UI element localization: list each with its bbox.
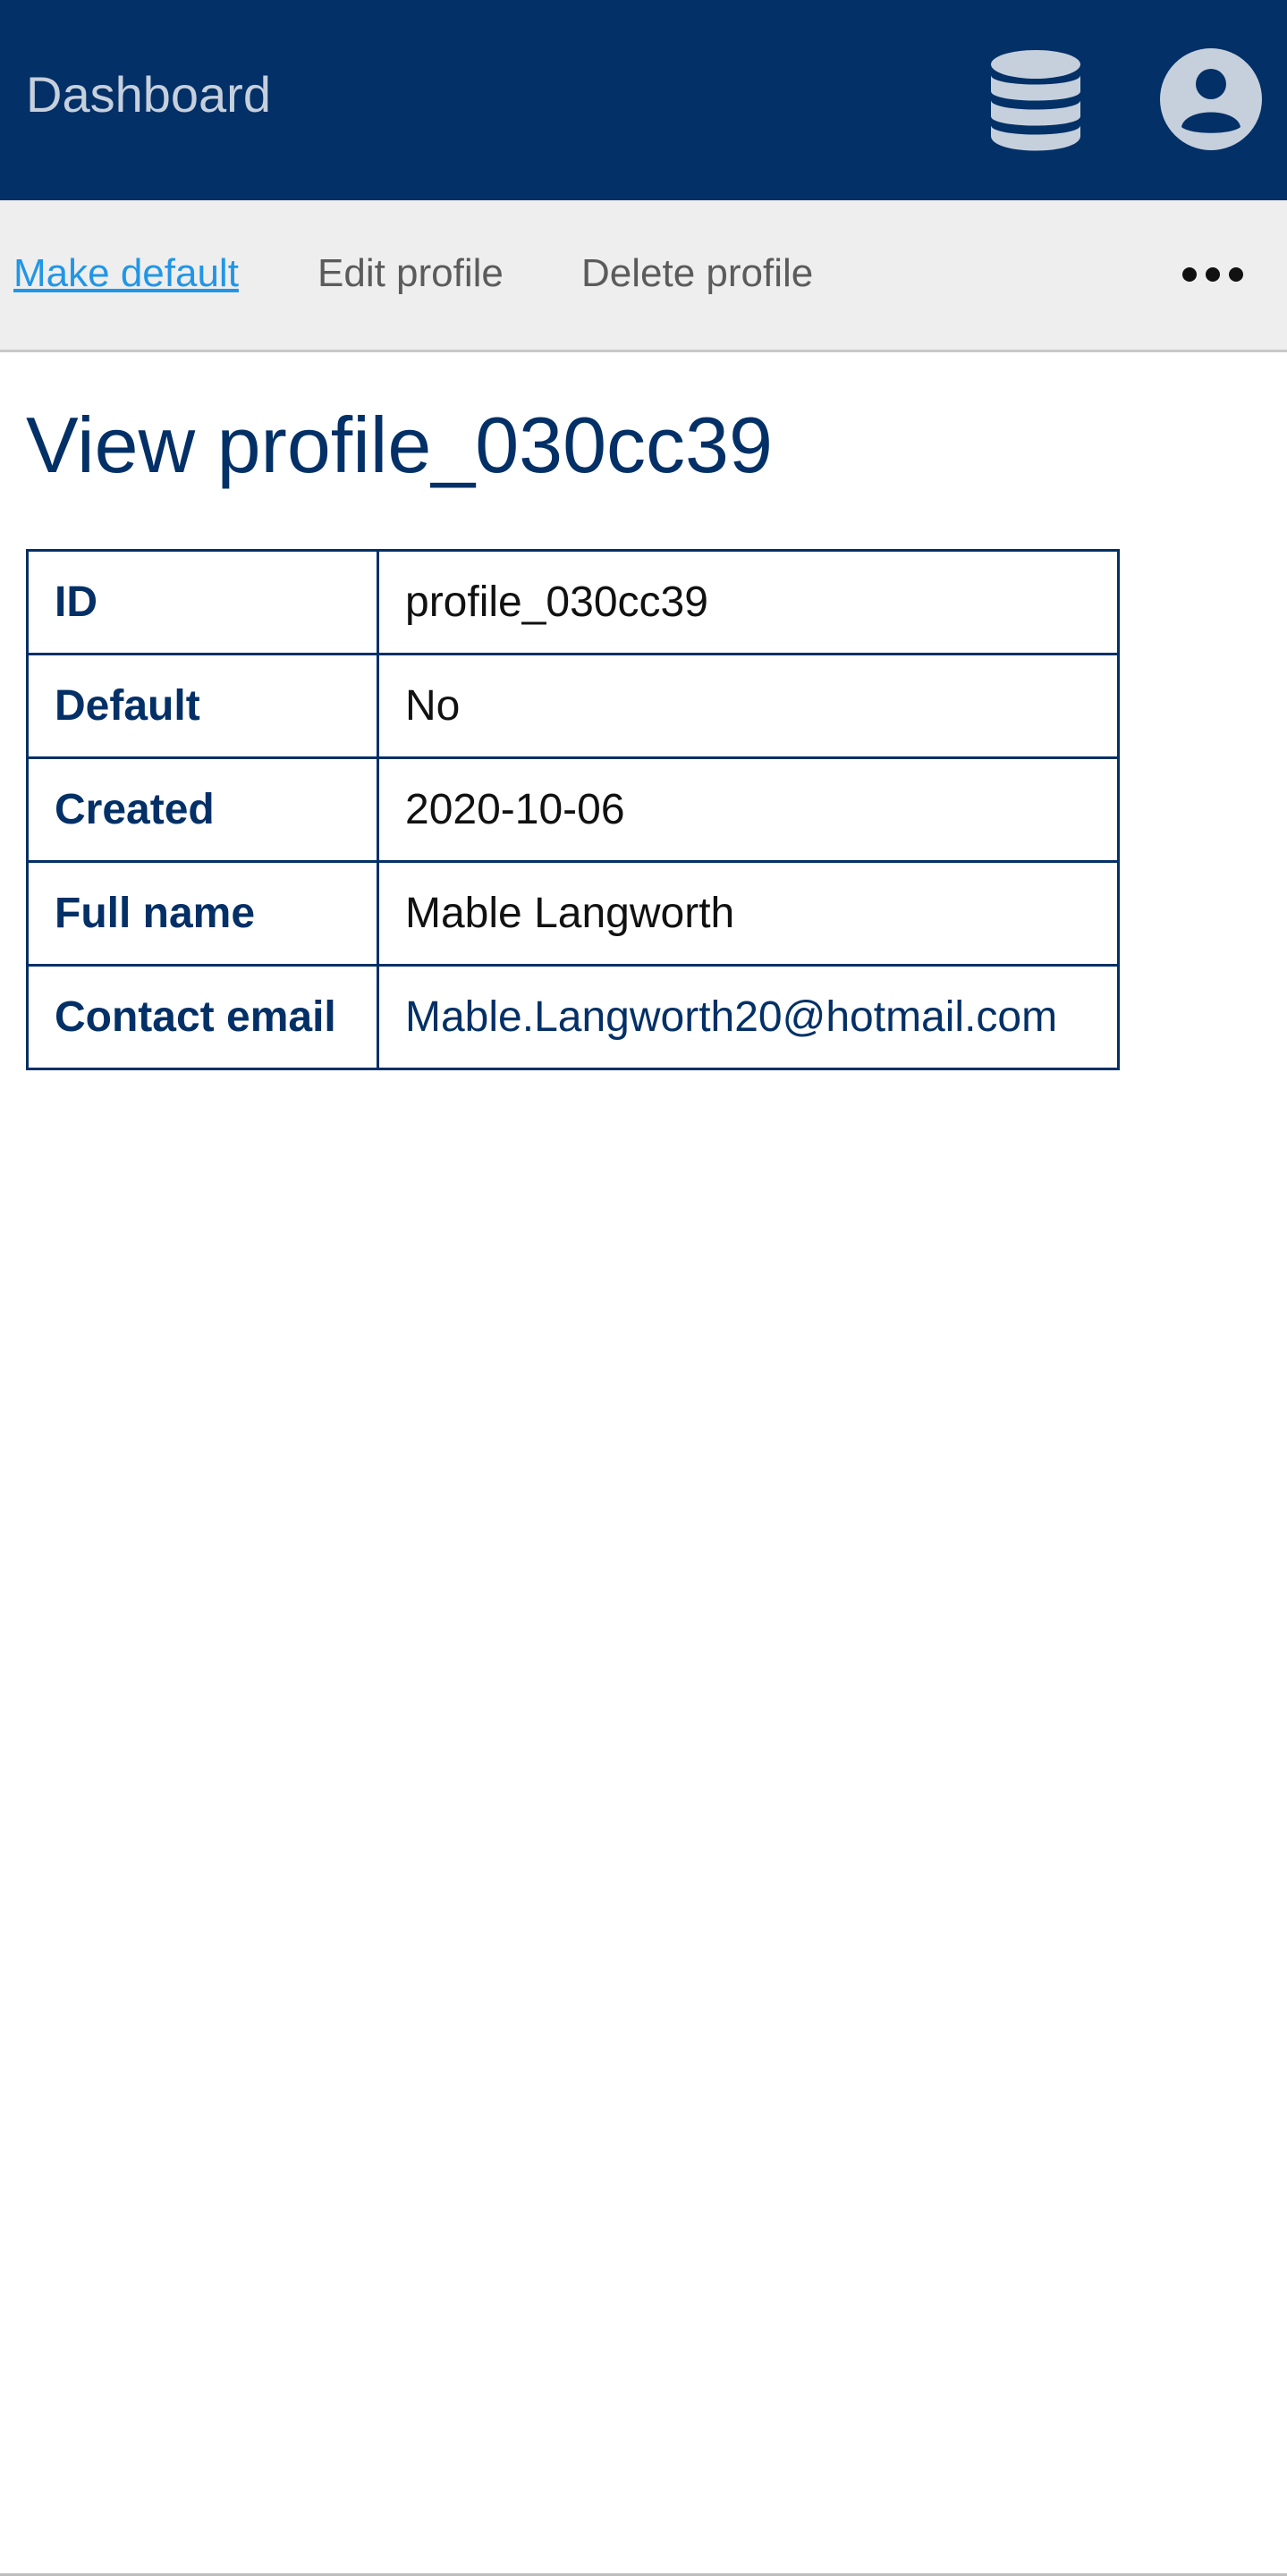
dashboard-title[interactable]: Dashboard [26, 66, 271, 123]
table-row: Contact email Mable.Langworth20@hotmail.… [26, 964, 1120, 1070]
row-label: Default [26, 653, 379, 759]
table-row: ID profile_030cc39 [26, 549, 1120, 655]
row-value: Mable Langworth [377, 860, 1120, 967]
row-label: ID [26, 549, 379, 655]
row-value: profile_030cc39 [377, 549, 1120, 655]
contact-email-link[interactable]: Mable.Langworth20@hotmail.com [405, 993, 1057, 1041]
delete-profile-button[interactable]: Delete profile [581, 250, 813, 297]
row-label: Contact email [26, 964, 379, 1070]
page-title: View profile_030cc39 [26, 401, 773, 489]
more-horizontal-icon[interactable] [1181, 263, 1245, 286]
database-icon[interactable] [989, 48, 1082, 152]
row-value: 2020-10-06 [377, 756, 1120, 863]
user-avatar-icon[interactable] [1160, 48, 1262, 150]
row-label: Full name [26, 860, 379, 967]
row-value-cell: Mable.Langworth20@hotmail.com [377, 964, 1120, 1070]
row-label: Created [26, 756, 379, 863]
make-default-link[interactable]: Make default [13, 250, 239, 297]
profile-action-bar: Make default Edit profile Delete profile [0, 200, 1287, 352]
table-row: Created 2020-10-06 [26, 756, 1120, 863]
table-row: Full name Mable Langworth [26, 860, 1120, 967]
edit-profile-button[interactable]: Edit profile [318, 250, 504, 297]
row-value: No [377, 653, 1120, 759]
table-row: Default No [26, 653, 1120, 759]
profile-details-table: ID profile_030cc39 Default No Created 20… [26, 549, 1120, 1070]
top-app-bar: Dashboard [0, 0, 1287, 200]
